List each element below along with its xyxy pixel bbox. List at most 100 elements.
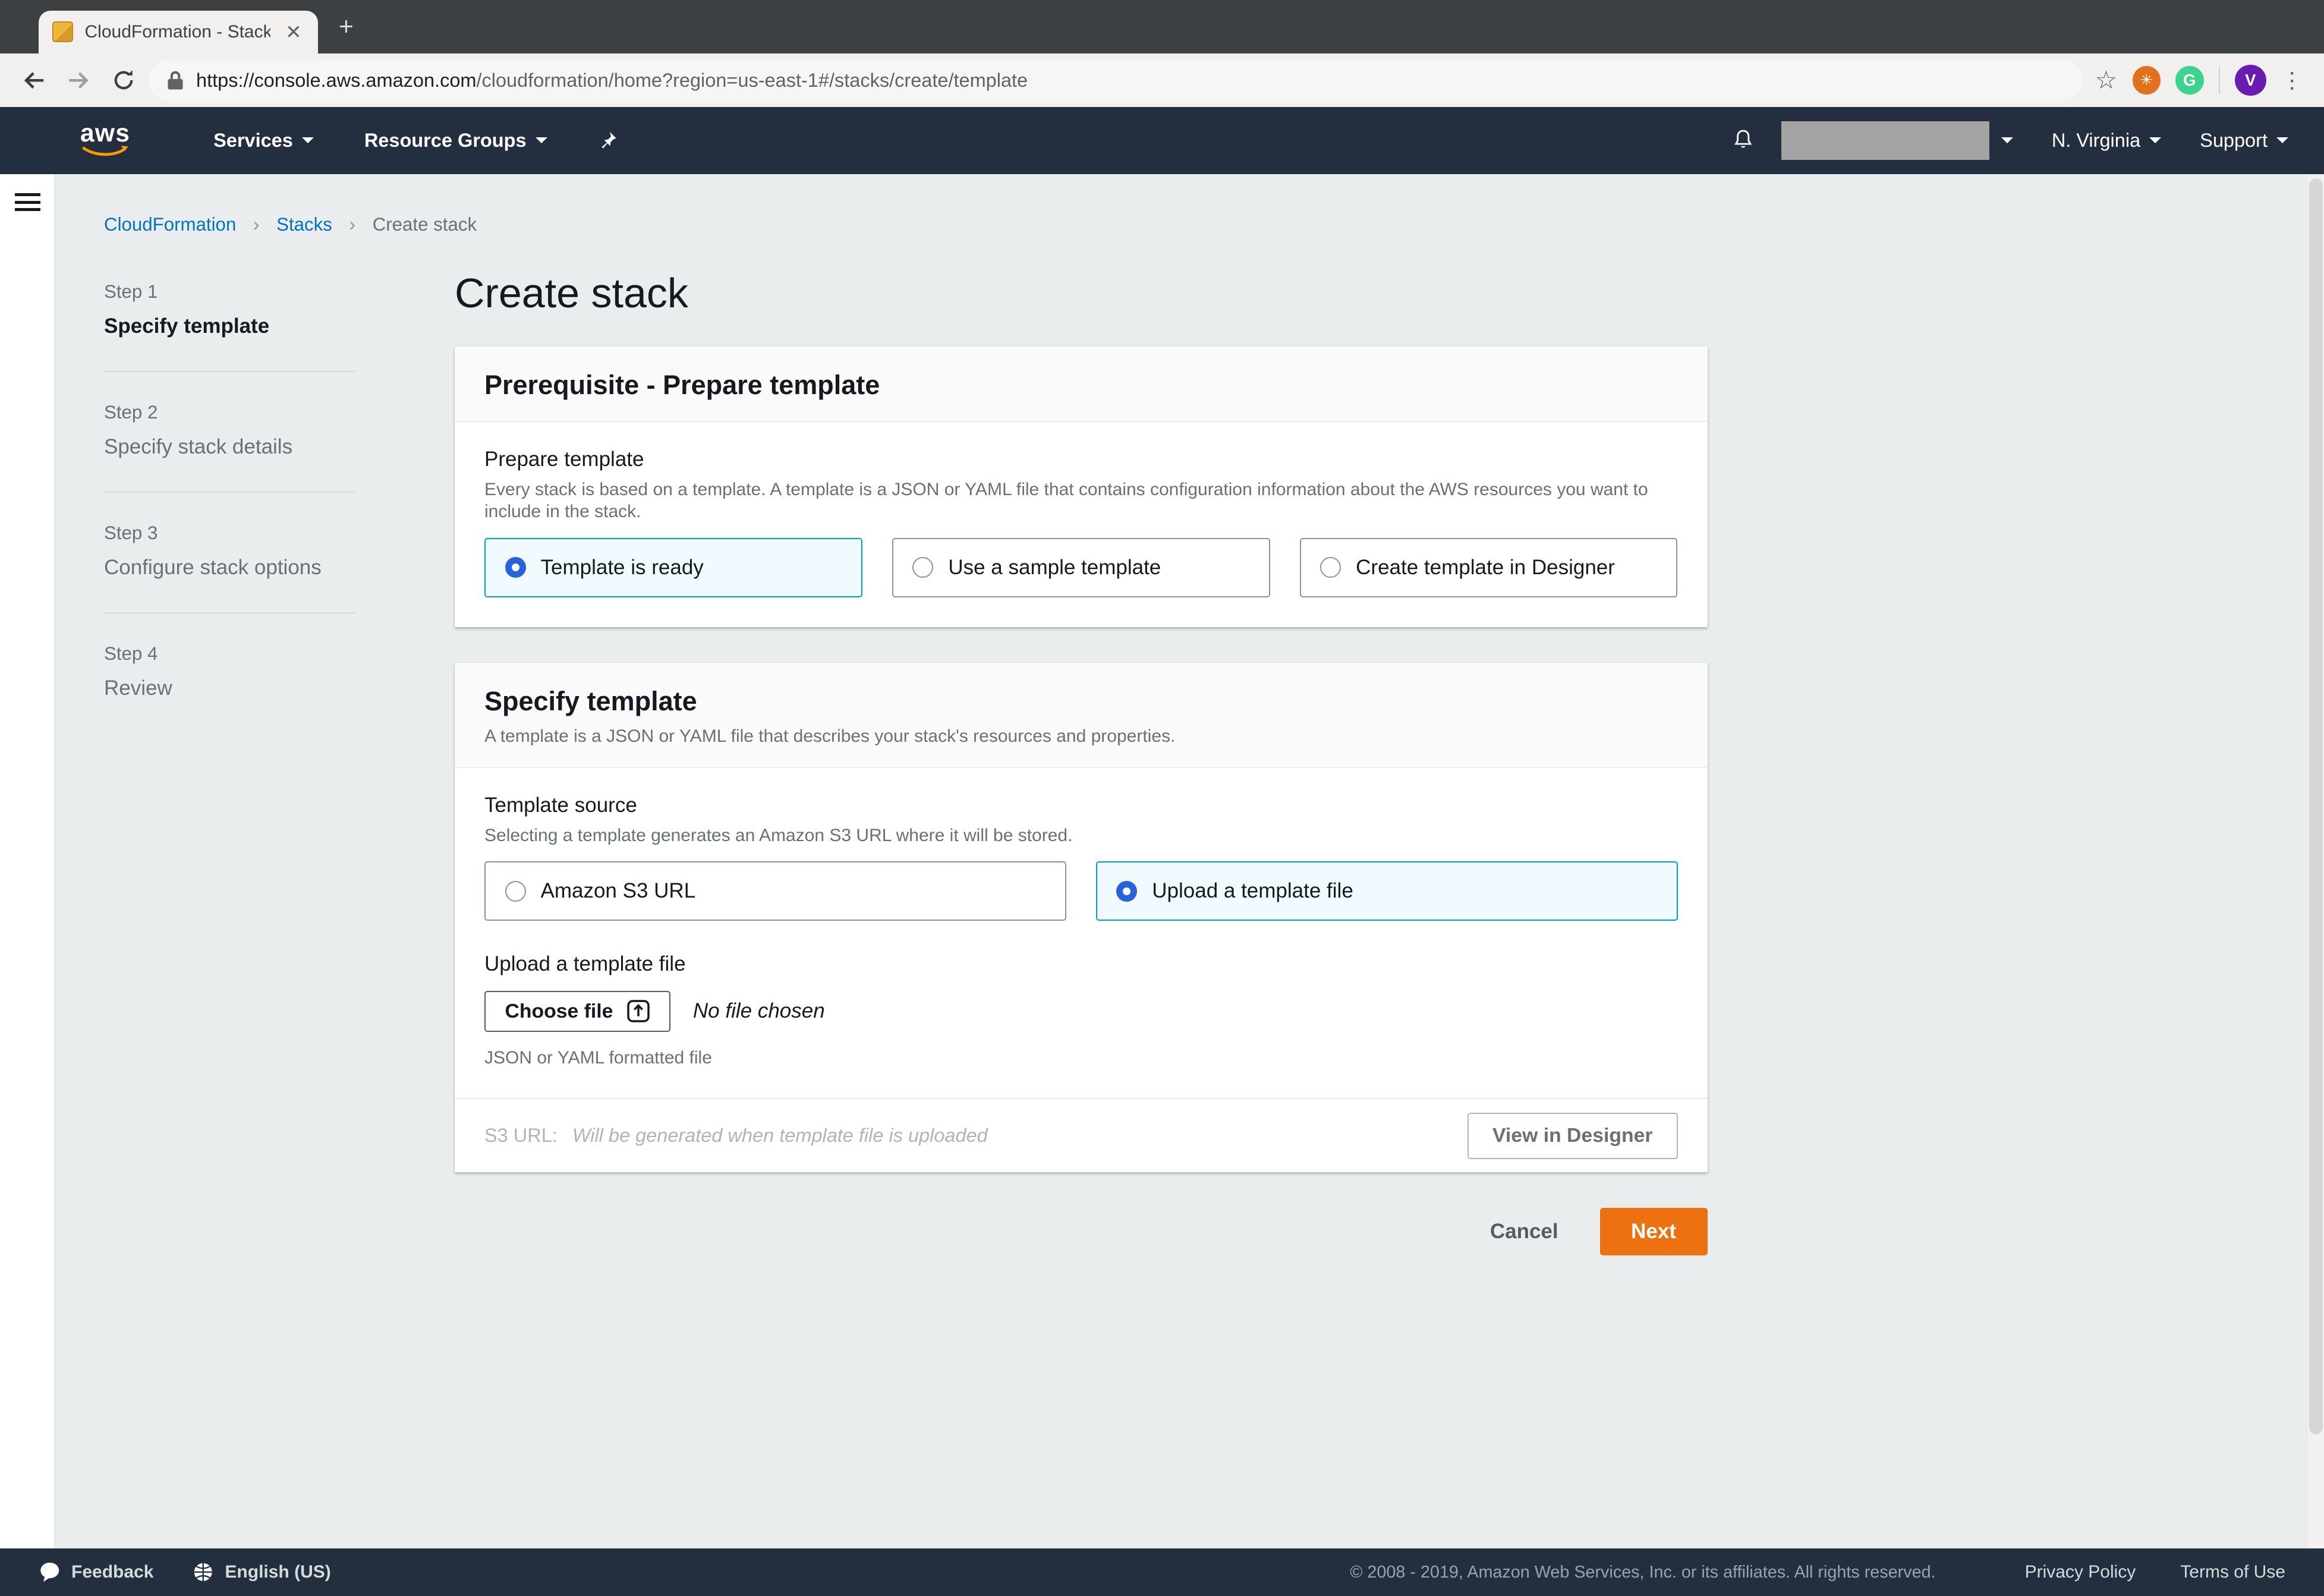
step-divider: [104, 612, 355, 613]
view-in-designer-button[interactable]: View in Designer: [1468, 1112, 1678, 1159]
nav-region[interactable]: N. Virginia: [2052, 130, 2162, 152]
account-name-redacted[interactable]: [1781, 121, 1989, 160]
specify-template-panel-header: Specify template A template is a JSON or…: [455, 662, 1708, 768]
browser-tab[interactable]: CloudFormation - Stack ✕: [39, 10, 318, 53]
globe-icon: [194, 1563, 213, 1581]
upload-icon: [627, 1000, 650, 1022]
radio-tile-amazon-s3-url[interactable]: Amazon S3 URL: [484, 861, 1066, 921]
step-1-specify-template[interactable]: Step 1 Specify template: [104, 281, 355, 340]
radio-tile-create-template-in-designer[interactable]: Create template in Designer: [1299, 537, 1678, 597]
side-nav-strip: [0, 174, 55, 1548]
breadcrumb-separator-icon: ›: [349, 214, 356, 235]
step-divider: [104, 370, 355, 372]
aws-top-nav: aws Services Resource Groups N. Virginia…: [0, 107, 2324, 174]
radio-unchecked-icon: [1320, 557, 1342, 578]
url-text: https://console.aws.amazon.com/cloudform…: [196, 69, 1028, 91]
specify-template-panel: Specify template A template is a JSON or…: [455, 662, 1708, 1172]
step-4-review[interactable]: Step 4 Review: [104, 643, 355, 702]
choose-file-row: Choose file No file chosen: [484, 990, 1678, 1032]
page-title: Create stack: [455, 269, 688, 316]
specify-template-panel-body: Template source Selecting a template gen…: [455, 768, 1708, 1098]
browser-tabstrip: CloudFormation - Stack ✕ +: [0, 0, 2324, 53]
breadcrumb-stacks[interactable]: Stacks: [276, 214, 332, 235]
forward-icon[interactable]: [59, 61, 98, 100]
console-footer: Feedback English (US) © 2008 - 2019, Ama…: [0, 1548, 2324, 1596]
step-divider: [104, 491, 355, 493]
radio-tile-upload-template-file[interactable]: Upload a template file: [1095, 861, 1678, 921]
aws-console-window: CloudFormation - Stack ✕ + https://conso…: [0, 0, 2324, 1596]
bookmark-star-icon[interactable]: ☆: [2095, 66, 2117, 95]
url-bar[interactable]: https://console.aws.amazon.com/cloudform…: [149, 59, 2083, 101]
no-file-chosen-text: No file chosen: [692, 999, 825, 1022]
cloudformation-favicon-icon: [52, 21, 73, 43]
copyright-text: © 2008 - 2019, Amazon Web Services, Inc.…: [1350, 1562, 1936, 1582]
s3-url-label: S3 URL:: [484, 1125, 558, 1146]
browser-profile-avatar[interactable]: V: [2235, 64, 2266, 96]
wizard-steps: Step 1 Specify template Step 2 Specify s…: [104, 281, 355, 702]
prerequisite-panel-header: Prerequisite - Prepare template: [455, 346, 1708, 422]
aws-logo[interactable]: aws: [80, 121, 130, 158]
template-source-description: Selecting a template generates an Amazon…: [484, 825, 1073, 845]
feedback-button[interactable]: Feedback: [39, 1561, 153, 1584]
aws-smile-icon: [81, 145, 128, 156]
template-source-options: Amazon S3 URL Upload a template file: [484, 861, 1678, 921]
toolbar-divider: [2218, 67, 2220, 94]
extension-icon-orange[interactable]: ✳: [2132, 66, 2161, 95]
breadcrumb-current: Create stack: [372, 214, 477, 235]
radio-checked-icon: [505, 557, 526, 578]
step-2-specify-stack-details[interactable]: Step 2 Specify stack details: [104, 402, 355, 461]
cancel-button[interactable]: Cancel: [1490, 1220, 1558, 1244]
radio-checked-icon: [1116, 880, 1138, 902]
tab-title: CloudFormation - Stack: [84, 21, 271, 42]
prerequisite-panel: Prerequisite - Prepare template Prepare …: [455, 346, 1708, 627]
upload-template-file-label: Upload a template file: [484, 952, 686, 975]
radio-unchecked-icon: [912, 557, 934, 578]
template-source-label: Template source: [484, 793, 637, 817]
scrollbar[interactable]: [2307, 174, 2324, 1548]
step-3-configure-stack-options[interactable]: Step 3 Configure stack options: [104, 522, 355, 581]
breadcrumb: CloudFormation › Stacks › Create stack: [104, 214, 477, 235]
pin-icon[interactable]: [598, 130, 618, 151]
browser-toolbar: https://console.aws.amazon.com/cloudform…: [0, 53, 2324, 107]
chevron-down-icon: [535, 137, 547, 144]
back-icon[interactable]: [15, 61, 53, 100]
notifications-bell-icon[interactable]: [1732, 128, 1755, 153]
next-button[interactable]: Next: [1599, 1208, 1708, 1255]
nav-resource-groups[interactable]: Resource Groups: [364, 130, 547, 152]
prepare-template-description: Every stack is based on a template. A te…: [484, 479, 1648, 522]
breadcrumb-separator-icon: ›: [253, 214, 260, 235]
chevron-down-icon: [2001, 137, 2013, 144]
s3-url-row: S3 URL: Will be generated when template …: [455, 1098, 1708, 1172]
refresh-icon[interactable]: [104, 61, 143, 100]
chevron-down-icon: [2276, 137, 2288, 144]
language-selector[interactable]: English (US): [192, 1561, 331, 1584]
prerequisite-panel-body: Prepare template Every stack is based on…: [455, 422, 1708, 627]
side-nav-toggle-icon[interactable]: [15, 193, 40, 216]
chevron-down-icon: [301, 137, 314, 144]
scrollbar-thumb[interactable]: [2309, 178, 2323, 1434]
tab-close-icon[interactable]: ✕: [282, 20, 304, 45]
choose-file-button[interactable]: Choose file: [484, 990, 671, 1032]
radio-tile-use-sample-template[interactable]: Use a sample template: [892, 537, 1270, 597]
privacy-policy-link[interactable]: Privacy Policy: [2025, 1562, 2136, 1582]
feedback-bubble-icon: [40, 1563, 59, 1582]
new-tab-icon[interactable]: +: [339, 14, 354, 40]
prepare-template-label: Prepare template: [484, 447, 644, 471]
toolbar-right: ☆ ✳ G V ⋮: [2089, 64, 2309, 96]
terms-of-use-link[interactable]: Terms of Use: [2180, 1562, 2285, 1582]
nav-support[interactable]: Support: [2200, 130, 2288, 152]
radio-tile-template-is-ready[interactable]: Template is ready: [484, 537, 862, 597]
extension-icon-grammarly[interactable]: G: [2175, 66, 2204, 95]
main-column: Create stack Prerequisite - Prepare temp…: [455, 266, 1708, 1255]
specify-template-panel-description: A template is a JSON or YAML file that d…: [484, 726, 1176, 746]
page-content: CloudFormation › Stacks › Create stack S…: [0, 174, 2324, 1548]
browser-menu-icon[interactable]: ⋮: [2281, 67, 2304, 93]
padlock-icon: [168, 71, 183, 89]
chevron-down-icon: [2149, 137, 2162, 144]
s3-url-placeholder-text: Will be generated when template file is …: [572, 1125, 988, 1146]
wizard-actions: Cancel Next: [455, 1208, 1708, 1255]
radio-unchecked-icon: [505, 880, 526, 902]
nav-services[interactable]: Services: [213, 130, 314, 152]
specify-template-panel-title: Specify template: [484, 686, 697, 716]
breadcrumb-cloudformation[interactable]: CloudFormation: [104, 214, 236, 235]
